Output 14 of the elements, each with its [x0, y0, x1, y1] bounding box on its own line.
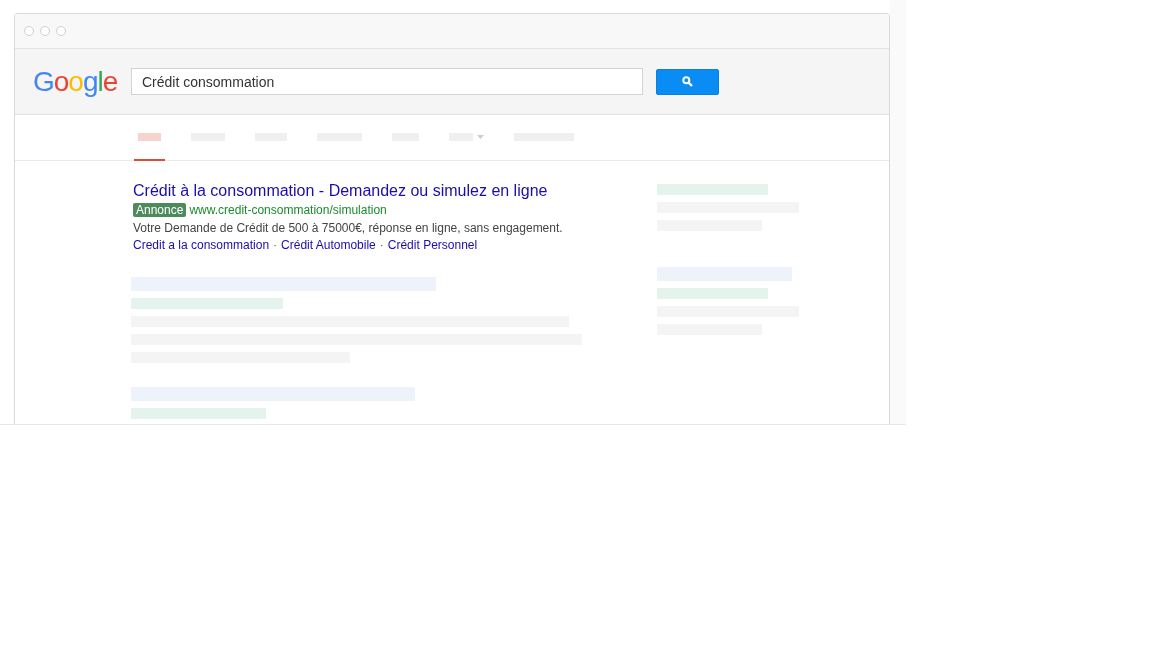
sitelink[interactable]: Credit a la consommation — [133, 236, 270, 254]
separator: · — [379, 237, 384, 254]
ad-description: Votre Demande de Crédit de 500 à 75000€, réponse en ligne, sans engagement. — [133, 220, 564, 236]
ad-label: Annonce — [133, 203, 187, 217]
sitelink[interactable]: Crédit Automobile — [281, 236, 376, 254]
sitelink[interactable]: Crédit Personnel — [387, 236, 478, 254]
separator: · — [273, 237, 278, 254]
search-field[interactable]: Crédit consommation — [131, 68, 643, 95]
caret-icon — [477, 135, 484, 139]
ad-url: www.credit-consommation/simulation — [189, 202, 387, 218]
search-icon — [682, 76, 693, 87]
search-button[interactable] — [656, 68, 719, 95]
logo: Google — [33, 67, 119, 96]
ad-title-link[interactable]: Crédit à la consommation - Demandez ou simulez en ligne — [133, 181, 651, 201]
